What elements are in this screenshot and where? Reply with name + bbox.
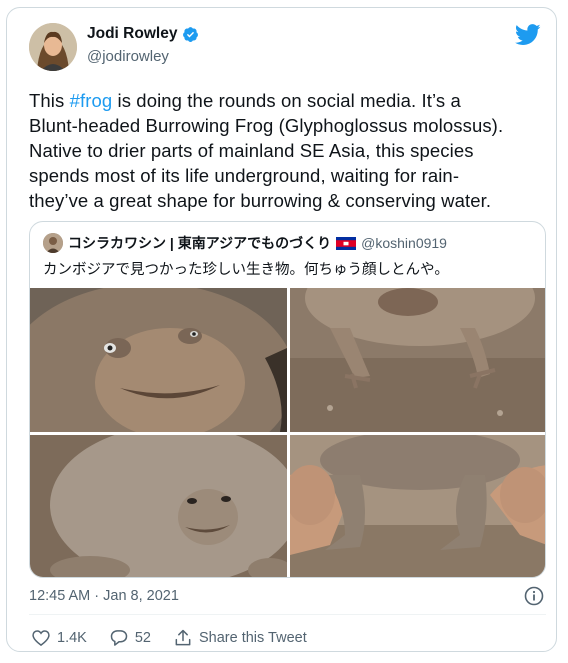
like-button[interactable]: 1.4K: [31, 628, 87, 648]
heart-icon: [32, 630, 50, 647]
reply-button[interactable]: 52: [109, 628, 151, 648]
tweet-line-2: Blunt-headed Burrowing Frog (Glyphogloss…: [29, 115, 504, 136]
hashtag-frog-link[interactable]: #frog: [70, 90, 113, 111]
quoted-author-name: コシラカワシン | 東南アジアでものづくり: [68, 235, 332, 251]
frog-photo-2[interactable]: [290, 288, 545, 432]
share-label: Share this Tweet: [198, 630, 307, 646]
frog-photo-4[interactable]: [290, 435, 545, 577]
info-icon[interactable]: [524, 586, 544, 606]
tweet-actions: 1.4K 52 Share this Tweet: [31, 628, 329, 648]
quoted-tweet-header: コシラカワシン | 東南アジアでものづくり @koshin0919: [43, 233, 447, 253]
quoted-tweet-text: カンボジアで見つかった珍しい生き物。何ちゅう顔しとんや。: [43, 262, 449, 278]
tweet-line-1: This #frog is doing the rounds on social…: [29, 88, 549, 113]
reply-count: 52: [134, 630, 151, 646]
tweet-line-1-start: This: [29, 90, 70, 111]
tweet-line-3: Native to drier parts of mainland SE Asi…: [29, 140, 474, 161]
tweet-line-1-end: is doing the rounds on social media. It’…: [112, 90, 461, 111]
share-button[interactable]: Share this Tweet: [173, 628, 307, 648]
reply-bubble-icon: [110, 630, 128, 646]
share-icon: [175, 629, 191, 646]
tweet-line-4: spends most of its life underground, wai…: [29, 165, 460, 186]
like-count: 1.4K: [57, 630, 87, 646]
quoted-photo-grid: [30, 288, 545, 577]
author-avatar[interactable]: [29, 23, 77, 71]
tweet-card: Jodi Rowley @jodirowley This #frog is do…: [6, 7, 557, 652]
tweet-timestamp[interactable]: 12:45 AM · Jan 8, 2021: [29, 588, 179, 604]
quoted-author-avatar: [43, 233, 63, 253]
quoted-author-handle: @koshin0919: [361, 235, 447, 251]
verified-badge-icon: [183, 26, 199, 42]
tweet-text: This #frog is doing the rounds on social…: [29, 88, 549, 213]
tweet-line-5: they’ve a great shape for burrowing & co…: [29, 190, 492, 211]
author-display-name[interactable]: Jodi Rowley: [87, 25, 177, 43]
cambodia-flag-icon: [336, 236, 357, 250]
frog-photo-3[interactable]: [30, 435, 287, 577]
author-name-row[interactable]: Jodi Rowley: [87, 25, 199, 43]
quoted-tweet[interactable]: コシラカワシン | 東南アジアでものづくり @koshin0919 カンボジアで…: [29, 221, 546, 578]
author-handle[interactable]: @jodirowley: [87, 48, 169, 65]
frog-photo-1[interactable]: [30, 288, 287, 432]
twitter-bird-icon[interactable]: [515, 24, 541, 46]
actions-divider: [29, 614, 546, 615]
